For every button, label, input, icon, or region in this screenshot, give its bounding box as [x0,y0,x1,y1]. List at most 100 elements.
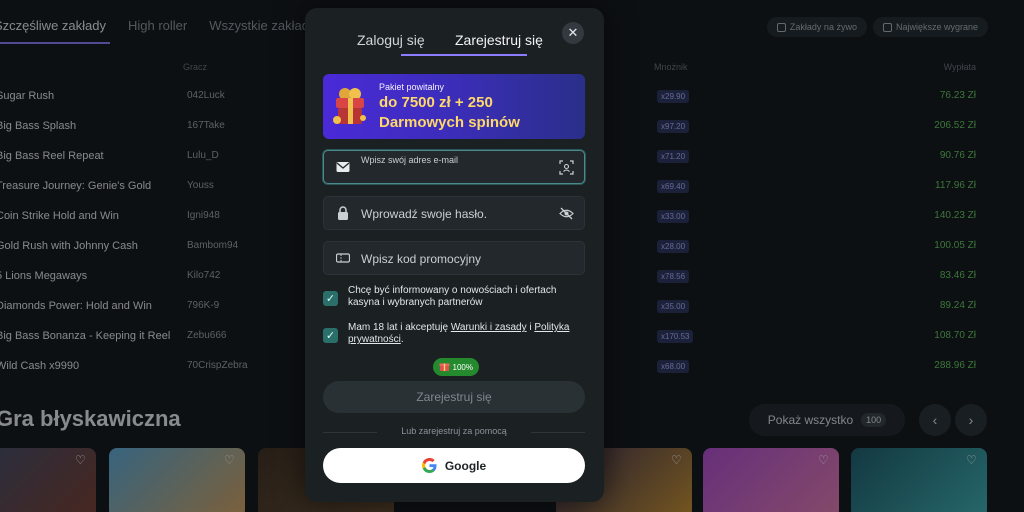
age-terms-checkbox[interactable]: ✓ [323,328,338,343]
multiplier-badge: x35.00 [657,300,690,313]
tab-high-roller[interactable]: High roller [128,14,191,44]
age-terms-prefix: Mam 18 lat i akceptuję [348,322,451,333]
game-card[interactable]: ♡ [0,448,96,512]
multiplier-badge: x170.53 [657,330,694,343]
payout-value: 89.24 Zł [939,300,976,311]
heart-icon[interactable]: ♡ [75,454,88,467]
show-all-button[interactable]: Pokaż wszystko 100 [749,404,905,436]
terms-link[interactable]: Warunki i zasady [451,322,527,333]
payout-value: 288.96 Zł [934,360,976,371]
game-name[interactable]: 5 Lions Megaways [0,270,176,282]
age-terms-consent: ✓ Mam 18 lat i akceptuję Warunki i zasad… [323,322,588,346]
player-name: Youss [187,180,214,191]
divider-line [531,432,585,433]
payout-value: 100.05 Zł [934,240,976,251]
header-player: Gracz [183,62,208,72]
header-payout: Wypłata [943,62,976,72]
close-icon: ✕ [567,25,579,40]
multiplier-badge: x71.20 [657,150,690,163]
game-name[interactable]: Treasure Journey: Genie's Gold [0,180,176,192]
payout-value: 117.96 Zł [935,180,976,191]
player-name: Igni948 [187,210,220,221]
game-name[interactable]: Wild Cash x9990 [0,360,176,372]
mail-icon [336,162,350,172]
promo-amount: do 7500 zł + 250 [379,94,493,111]
chip-label: Największe wygrane [895,22,978,32]
lock-icon [338,206,348,220]
multiplier-badge: x29.90 [657,90,690,103]
chevron-right-icon: › [968,412,974,428]
show-all-label: Pokaż wszystko [767,413,854,427]
live-bets-chip[interactable]: Zakłady na żywo [766,17,867,37]
promo-code-placeholder: Wpisz kod promocyjny [361,252,482,266]
tab-lucky-bets[interactable]: Szczęśliwe zakłady [0,14,110,44]
game-name[interactable]: Sugar Rush [0,90,176,102]
age-terms-text: Mam 18 lat i akceptuję Warunki i zasady … [348,322,588,346]
google-icon [421,458,437,473]
payout-value: 90.76 Zł [939,150,976,161]
heart-icon[interactable]: ♡ [818,454,831,467]
game-name[interactable]: Big Bass Reel Repeat [0,150,176,162]
newsletter-consent-text: Chcę być informowany o nowościach i ofer… [348,285,557,308]
promo-spins: Darmowych spinów [379,114,520,131]
newsletter-checkbox[interactable]: ✓ [323,291,338,306]
eye-off-icon[interactable] [559,206,574,221]
payout-value: 83.46 Zł [939,270,976,281]
social-divider: Lub zarejestruj za pomocą [323,426,585,438]
payout-value: 206.52 Zł [934,120,976,131]
casino-page: Szczęśliwe zakłady High roller Wszystkie… [0,0,1024,512]
auth-tabs: Zaloguj się Zarejestruj się [345,24,564,64]
password-field[interactable]: Wprowadź swoje hasło. [323,196,585,230]
game-card[interactable]: ♡ [109,448,245,512]
game-name[interactable]: Coin Strike Hold and Win [0,210,176,222]
payout-value: 76.23 Zł [939,90,976,101]
next-arrow-button[interactable]: › [955,404,987,436]
section-title: Gra błyskawiczna [0,406,181,431]
tab-login[interactable]: Zaloguj się [357,32,425,48]
ticket-icon [336,253,350,263]
game-name[interactable]: Big Bass Splash [0,120,176,132]
player-name: Zebu666 [187,330,227,341]
newsletter-consent: ✓ Chcę być informowany o nowościach i of… [323,285,588,309]
multiplier-badge: x69.40 [657,180,690,193]
game-card[interactable]: ♡ [851,448,987,512]
register-modal: Zaloguj się Zarejestruj się ✕ Pakiet pow… [305,8,604,502]
count-badge: 100 [861,413,887,427]
player-name: 167Take [187,120,225,131]
multiplier-badge: x97.20 [657,120,690,133]
header-multiplier: Mnożnik [654,62,688,72]
biggest-wins-chip[interactable]: Największe wygrane [872,17,988,37]
player-name: 796K-9 [187,300,220,311]
register-submit-button[interactable]: Zarejestruj się [323,381,585,413]
google-label: Google [444,458,487,473]
email-placeholder: Wpisz swój adres e-mail [361,155,459,165]
player-name: 70CrispZebra [187,360,248,371]
crown-icon [882,22,892,32]
google-signup-button[interactable]: Google [323,448,585,483]
game-name[interactable]: Diamonds Power: Hold and Win [0,300,176,312]
game-card[interactable]: ♡ [703,448,839,512]
payout-value: 108.70 Zł [934,330,976,341]
heart-icon[interactable]: ♡ [671,454,684,467]
tab-register[interactable]: Zarejestruj się [455,32,543,48]
player-name: Bambom94 [187,240,239,251]
game-name[interactable]: Big Bass Bonanza - Keeping it Reel [0,330,176,342]
email-field[interactable]: Wpisz swój adres e-mail [323,150,585,184]
game-name[interactable]: Gold Rush with Johnny Cash [0,240,176,252]
promo-code-field[interactable]: Wpisz kod promocyjny [323,241,585,275]
check-icon: ✓ [325,293,336,305]
close-button[interactable]: ✕ [562,22,584,44]
player-name: Lulu_D [187,150,219,161]
tab-all-bets[interactable]: Wszystkie zakłady [209,14,319,44]
heart-icon[interactable]: ♡ [966,454,979,467]
gift-icon [439,363,450,371]
check-icon: ✓ [325,330,336,342]
scan-face-icon[interactable] [559,160,574,175]
filter-chips: Zakłady na żywo Największe wygrane [766,17,988,37]
payout-value: 140.23 Zł [934,210,976,221]
heart-icon[interactable]: ♡ [224,454,237,467]
gift-icon [333,88,366,124]
chip-label: Zakłady na żywo [789,22,857,32]
prev-arrow-button[interactable]: ‹ [919,404,951,436]
chevron-left-icon: ‹ [932,412,938,428]
